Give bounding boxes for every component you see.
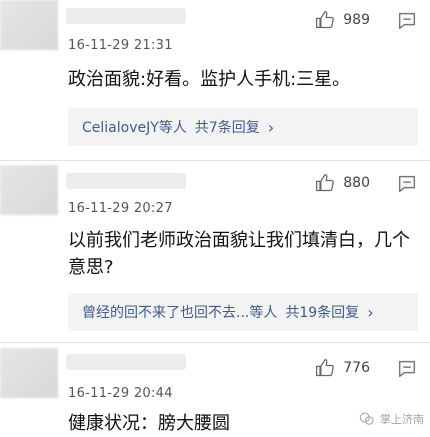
like-button[interactable]: 880 [315,173,370,193]
reply-count: 共7条回复 [194,120,260,136]
view-replies-button[interactable]: 曾经的回不来了也回不去...等人 共19条回复 › [68,293,418,331]
view-replies-button[interactable]: CelialoveJY等人 共7条回复 › [68,108,418,146]
avatar[interactable] [0,165,58,215]
comment-time: 16-11-29 20:27 [68,201,173,216]
reply-icon[interactable] [396,358,418,380]
watermark-text: 掌上济南 [380,413,424,426]
comment-time: 16-11-29 21:31 [68,38,173,53]
like-count: 989 [343,12,370,28]
divider [0,160,430,161]
comment-text: 以前我们老师政治面貌让我们填清白，几个意思? [68,230,410,278]
avatar[interactable] [0,348,58,398]
username-redacted [66,354,186,370]
like-count: 880 [343,175,370,191]
chevron-right-icon: › [267,117,275,137]
reply-users: 曾经的回不来了也回不去...等人 [82,305,278,321]
username-redacted [66,173,186,189]
thumbs-up-icon [316,174,335,192]
divider [0,342,430,343]
wechat-icon [359,412,374,425]
like-button[interactable]: 989 [315,10,370,30]
reply-icon[interactable] [396,173,418,195]
like-button[interactable]: 776 [315,358,370,378]
thumbs-up-icon [316,11,335,29]
username-redacted [66,8,186,24]
like-count: 776 [343,360,370,376]
reply-users: CelialoveJY等人 [82,120,187,136]
reply-icon[interactable] [396,10,418,32]
thumbs-up-icon [316,359,335,377]
comment-text: 政治面貌:好看。监护人手机:三星。 [68,69,351,90]
chevron-right-icon: › [367,302,374,322]
comment-time: 16-11-29 20:44 [68,386,173,401]
avatar[interactable] [0,0,58,50]
reply-count: 共19条回复 [285,305,360,321]
watermark: 掌上济南 [358,410,424,428]
